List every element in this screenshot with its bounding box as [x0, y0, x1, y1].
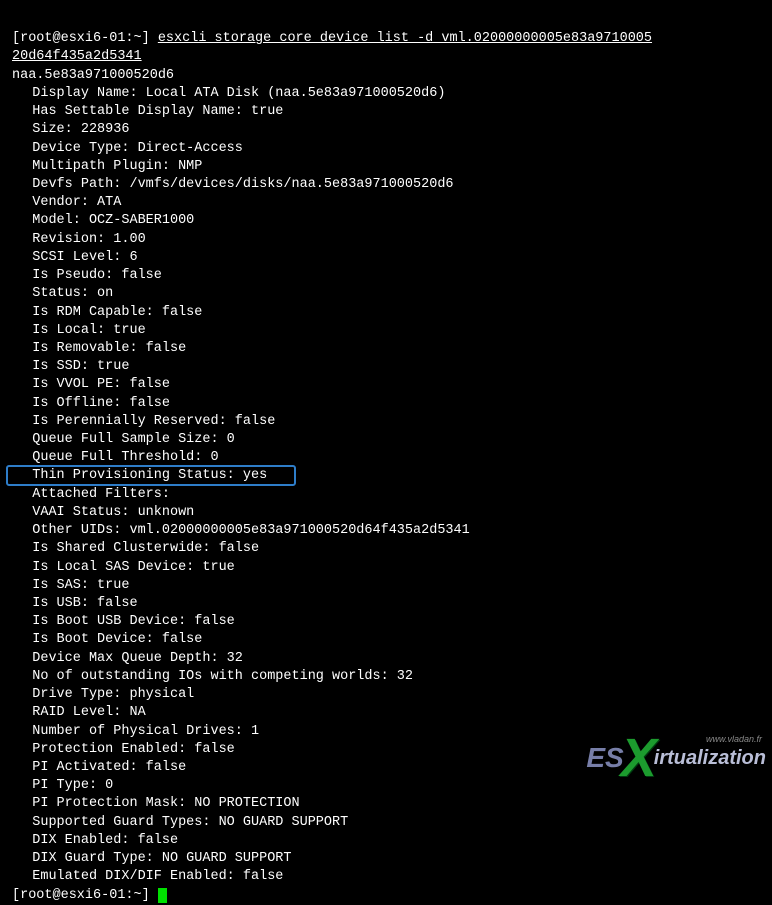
output-line: Queue Full Threshold: 0: [12, 449, 760, 467]
output-line: Is USB: false: [12, 595, 760, 613]
output-line: Is Local: true: [12, 322, 760, 340]
output-line: Device Max Queue Depth: 32: [12, 650, 760, 668]
output-line: Supported Guard Types: NO GUARD SUPPORT: [12, 814, 760, 832]
output-line: Emulated DIX/DIF Enabled: false: [12, 868, 760, 886]
output-line: Is Shared Clusterwide: false: [12, 540, 760, 558]
output-line: No of outstanding IOs with competing wor…: [12, 668, 760, 686]
output-line: VAAI Status: unknown: [12, 504, 760, 522]
command-wrap: 20d64f435a2d5341: [12, 49, 142, 64]
output-line: Is Offline: false: [12, 395, 760, 413]
output-line: Attached Filters:: [12, 486, 760, 504]
output-line: Revision: 1.00: [12, 231, 760, 249]
output-line: Has Settable Display Name: true: [12, 103, 760, 121]
output-line: Is Pseudo: false: [12, 267, 760, 285]
output-line: Other UIDs: vml.02000000005e83a971000520…: [12, 522, 760, 540]
watermark-es: ES: [586, 739, 623, 777]
shell-prompt: [root@esxi6-01:~]: [12, 31, 158, 46]
output-line: Size: 228936: [12, 121, 760, 139]
output-line: Vendor: ATA: [12, 194, 760, 212]
output-line: Model: OCZ-SABER1000: [12, 212, 760, 230]
output-line: Is RDM Capable: false: [12, 304, 760, 322]
command-text: esxcli storage core device list -d vml.0…: [158, 31, 652, 46]
shell-prompt-2: [root@esxi6-01:~]: [12, 888, 158, 903]
output-line: Is Local SAS Device: true: [12, 559, 760, 577]
output-line: SCSI Level: 6: [12, 249, 760, 267]
output-line: Device Type: Direct-Access: [12, 140, 760, 158]
output-line: Thin Provisioning Status: yes: [12, 467, 760, 485]
output-line: Is SSD: true: [12, 358, 760, 376]
output-line: RAID Level: NA: [12, 704, 760, 722]
watermark-rest: irtualization: [654, 745, 766, 772]
output-line: Is Removable: false: [12, 340, 760, 358]
output-line: Devfs Path: /vmfs/devices/disks/naa.5e83…: [12, 176, 760, 194]
output-line: Status: on: [12, 285, 760, 303]
output-line: Multipath Plugin: NMP: [12, 158, 760, 176]
output-line: Is SAS: true: [12, 577, 760, 595]
cursor: [158, 888, 167, 903]
output-line: PI Protection Mask: NO PROTECTION: [12, 795, 760, 813]
output-line: Is Perennially Reserved: false: [12, 413, 760, 431]
output-line: Is Boot Device: false: [12, 631, 760, 649]
output-line: DIX Enabled: false: [12, 832, 760, 850]
output-line: Drive Type: physical: [12, 686, 760, 704]
watermark-url: www.vladan.fr: [706, 733, 762, 745]
output-line: Is Boot USB Device: false: [12, 613, 760, 631]
output-line: Display Name: Local ATA Disk (naa.5e83a9…: [12, 85, 760, 103]
device-id: naa.5e83a971000520d6: [12, 68, 174, 83]
watermark-logo: www.vladan.fr ESXirtualization: [586, 739, 766, 777]
output-line: DIX Guard Type: NO GUARD SUPPORT: [12, 850, 760, 868]
output-line: Is VVOL PE: false: [12, 376, 760, 394]
output-line: Queue Full Sample Size: 0: [12, 431, 760, 449]
